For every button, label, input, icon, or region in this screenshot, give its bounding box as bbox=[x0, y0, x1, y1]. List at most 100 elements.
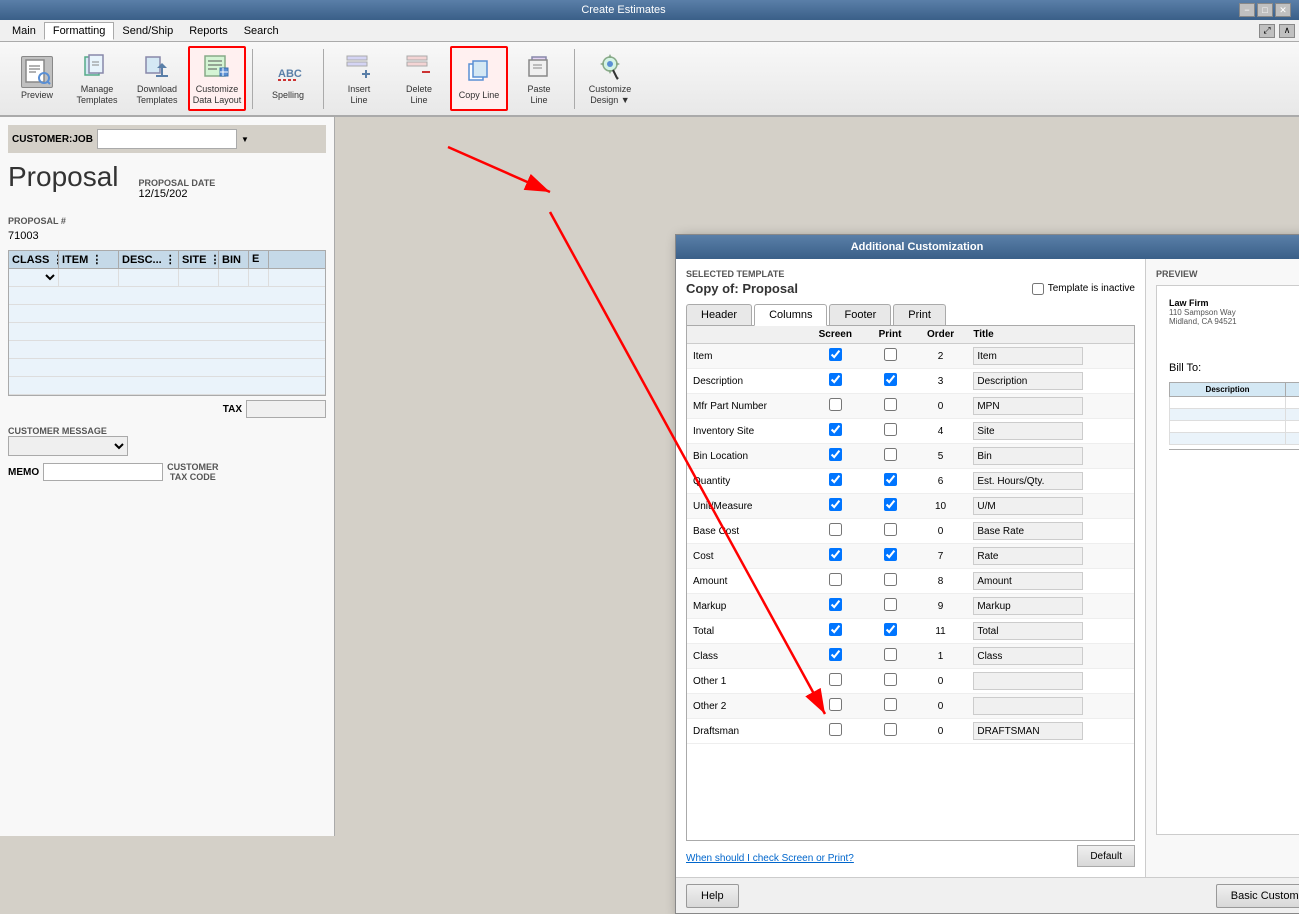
title-input-13[interactable] bbox=[973, 672, 1083, 690]
menu-formatting[interactable]: Formatting bbox=[44, 22, 115, 40]
print-checkbox-14[interactable] bbox=[884, 698, 897, 711]
tab-columns[interactable]: Columns bbox=[754, 304, 827, 326]
col-title-3 bbox=[967, 419, 1134, 444]
col-print-3 bbox=[866, 419, 914, 444]
screen-checkbox-0[interactable] bbox=[829, 348, 842, 361]
screen-checkbox-13[interactable] bbox=[829, 673, 842, 686]
print-checkbox-3[interactable] bbox=[884, 423, 897, 436]
customer-dropdown-icon[interactable]: ▼ bbox=[241, 135, 249, 144]
screen-checkbox-9[interactable] bbox=[829, 573, 842, 586]
manage-templates-btn[interactable]: ManageTemplates bbox=[68, 46, 126, 111]
print-checkbox-2[interactable] bbox=[884, 398, 897, 411]
col-print-11 bbox=[866, 619, 914, 644]
paste-line-btn[interactable]: PasteLine bbox=[510, 46, 568, 111]
screen-checkbox-6[interactable] bbox=[829, 498, 842, 511]
default-btn[interactable]: Default bbox=[1077, 845, 1135, 867]
col-screen-4 bbox=[804, 444, 866, 469]
title-input-3[interactable] bbox=[973, 422, 1083, 440]
screen-checkbox-2[interactable] bbox=[829, 398, 842, 411]
print-checkbox-12[interactable] bbox=[884, 648, 897, 661]
grid-row-3 bbox=[9, 305, 325, 323]
screen-checkbox-12[interactable] bbox=[829, 648, 842, 661]
tab-header[interactable]: Header bbox=[686, 304, 752, 326]
print-checkbox-8[interactable] bbox=[884, 548, 897, 561]
col-order-14: 0 bbox=[914, 694, 968, 719]
screen-checkbox-7[interactable] bbox=[829, 523, 842, 536]
title-input-4[interactable] bbox=[973, 447, 1083, 465]
inactive-checkbox[interactable] bbox=[1032, 283, 1044, 295]
customer-message-label: CUSTOMER MESSAGE bbox=[8, 426, 326, 436]
expand-btn[interactable]: ⤢ bbox=[1259, 24, 1275, 38]
print-checkbox-6[interactable] bbox=[884, 498, 897, 511]
title-input-5[interactable] bbox=[973, 472, 1083, 490]
customize-data-layout-btn[interactable]: CustomizeData Layout bbox=[188, 46, 246, 111]
title-input-10[interactable] bbox=[973, 597, 1083, 615]
print-checkbox-4[interactable] bbox=[884, 448, 897, 461]
print-checkbox-0[interactable] bbox=[884, 348, 897, 361]
col-order-7: 0 bbox=[914, 519, 968, 544]
print-checkbox-9[interactable] bbox=[884, 573, 897, 586]
screen-checkbox-15[interactable] bbox=[829, 723, 842, 736]
delete-line-btn[interactable]: DeleteLine bbox=[390, 46, 448, 111]
spelling-btn[interactable]: ABC Spelling bbox=[259, 46, 317, 111]
title-input-2[interactable] bbox=[973, 397, 1083, 415]
menu-main[interactable]: Main bbox=[4, 23, 44, 39]
title-input-12[interactable] bbox=[973, 647, 1083, 665]
tab-print[interactable]: Print bbox=[893, 304, 946, 326]
screen-checkbox-5[interactable] bbox=[829, 473, 842, 486]
delete-line-label: DeleteLine bbox=[406, 84, 432, 106]
print-checkbox-11[interactable] bbox=[884, 623, 897, 636]
customer-job-input[interactable] bbox=[97, 129, 237, 149]
copy-line-btn[interactable]: Copy Line bbox=[450, 46, 508, 111]
print-checkbox-1[interactable] bbox=[884, 373, 897, 386]
print-checkbox-10[interactable] bbox=[884, 598, 897, 611]
screen-checkbox-1[interactable] bbox=[829, 373, 842, 386]
window-title: Create Estimates bbox=[8, 4, 1239, 16]
columns-row-2: Mfr Part Number0 bbox=[687, 394, 1134, 419]
minimize-btn[interactable]: − bbox=[1239, 3, 1255, 17]
customize-design-btn[interactable]: CustomizeDesign ▼ bbox=[581, 46, 639, 111]
close-btn[interactable]: ✕ bbox=[1275, 3, 1291, 17]
screen-checkbox-10[interactable] bbox=[829, 598, 842, 611]
screen-print-help-link[interactable]: When should I check Screen or Print? bbox=[686, 853, 854, 864]
print-checkbox-5[interactable] bbox=[884, 473, 897, 486]
tax-input[interactable] bbox=[246, 400, 326, 418]
screen-checkbox-14[interactable] bbox=[829, 698, 842, 711]
title-input-0[interactable] bbox=[973, 347, 1083, 365]
screen-checkbox-8[interactable] bbox=[829, 548, 842, 561]
toolbar-sep3 bbox=[574, 49, 575, 109]
preview-btn[interactable]: Preview bbox=[8, 46, 66, 111]
screen-checkbox-11[interactable] bbox=[829, 623, 842, 636]
insert-line-btn[interactable]: InsertLine bbox=[330, 46, 388, 111]
menu-reports[interactable]: Reports bbox=[181, 23, 236, 39]
menu-search[interactable]: Search bbox=[236, 23, 287, 39]
basic-customization-btn[interactable]: Basic Customization... bbox=[1216, 884, 1299, 908]
title-input-15[interactable] bbox=[973, 722, 1083, 740]
title-input-9[interactable] bbox=[973, 572, 1083, 590]
title-input-14[interactable] bbox=[973, 697, 1083, 715]
dialog-close-btn[interactable]: ✕ bbox=[1150, 239, 1299, 256]
col-order-10: 9 bbox=[914, 594, 968, 619]
print-checkbox-15[interactable] bbox=[884, 723, 897, 736]
download-templates-btn[interactable]: DownloadTemplates bbox=[128, 46, 186, 111]
col-screen-10 bbox=[804, 594, 866, 619]
menu-sendship[interactable]: Send/Ship bbox=[114, 23, 181, 39]
title-input-8[interactable] bbox=[973, 547, 1083, 565]
memo-input[interactable] bbox=[43, 463, 163, 481]
title-input-1[interactable] bbox=[973, 372, 1083, 390]
print-checkbox-13[interactable] bbox=[884, 673, 897, 686]
screen-checkbox-4[interactable] bbox=[829, 448, 842, 461]
help-btn[interactable]: Help bbox=[686, 884, 739, 908]
col-e: E bbox=[249, 251, 269, 268]
collapse-btn[interactable]: ∧ bbox=[1279, 24, 1295, 38]
title-input-11[interactable] bbox=[973, 622, 1083, 640]
title-input-6[interactable] bbox=[973, 497, 1083, 515]
preview-bill-to: Bill To: bbox=[1169, 362, 1299, 374]
title-input-7[interactable] bbox=[973, 522, 1083, 540]
maximize-btn[interactable]: □ bbox=[1257, 3, 1273, 17]
tab-footer[interactable]: Footer bbox=[829, 304, 891, 326]
additional-customization-dialog: Additional Customization ✕ SELECTED TEMP… bbox=[675, 234, 1299, 914]
print-checkbox-7[interactable] bbox=[884, 523, 897, 536]
screen-checkbox-3[interactable] bbox=[829, 423, 842, 436]
customer-message-select[interactable] bbox=[8, 436, 128, 456]
